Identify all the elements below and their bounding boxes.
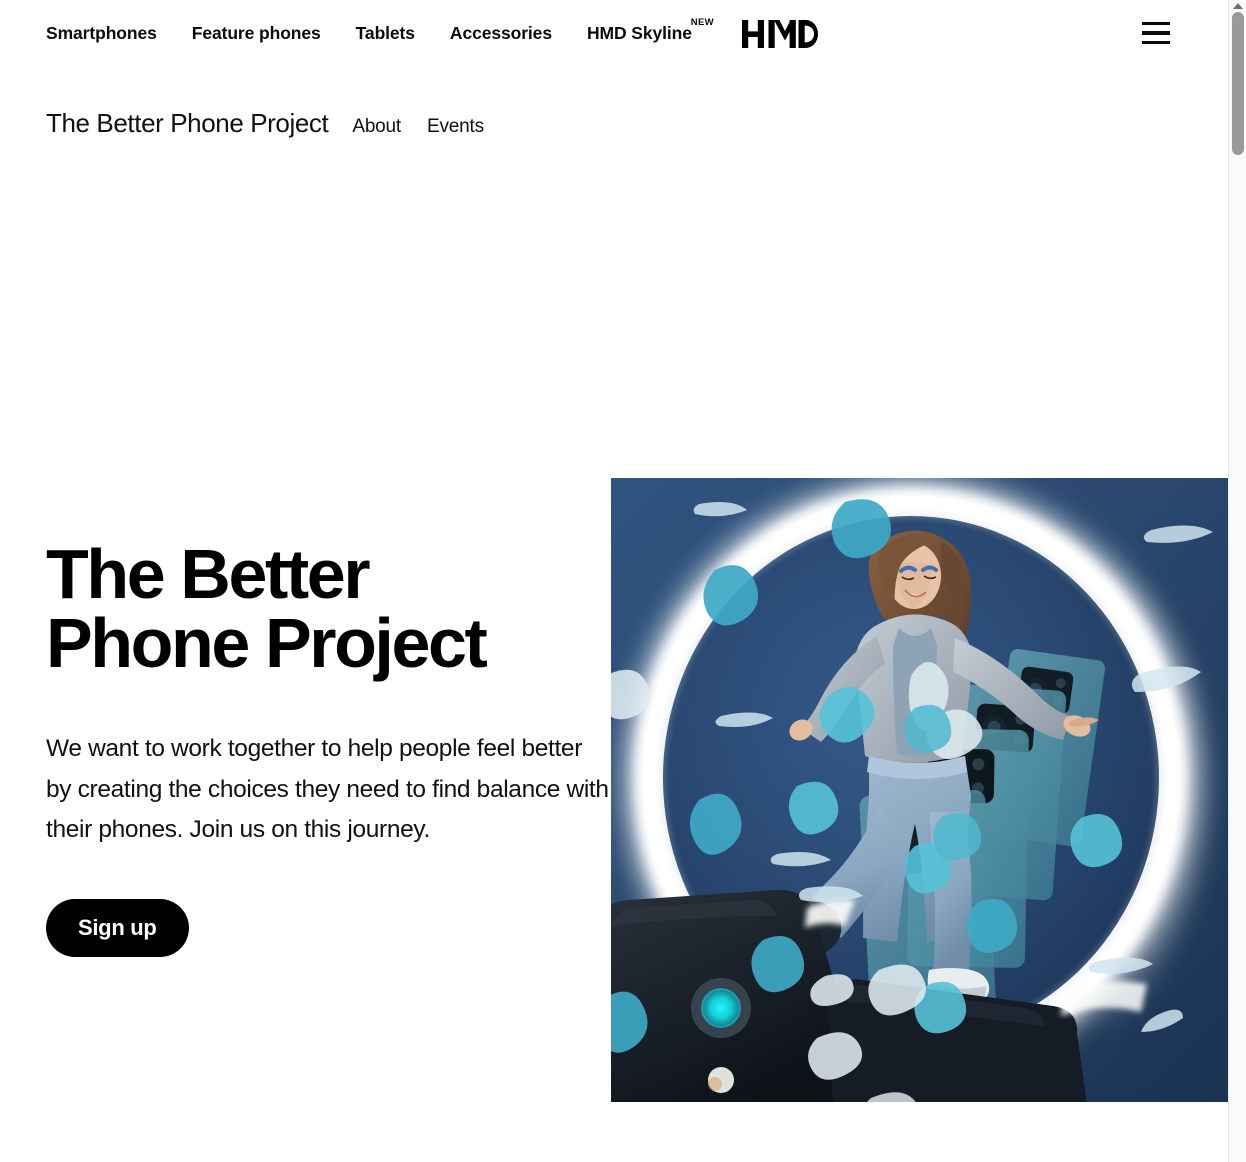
- nav-item-smartphones[interactable]: Smartphones: [46, 25, 157, 43]
- nav-label: HMD Skyline: [586, 23, 692, 44]
- hero-subtitle: We want to work together to help people …: [46, 734, 609, 844]
- scrollbar-thumb[interactable]: [1232, 12, 1244, 155]
- nav-item-feature-phones[interactable]: Feature phones: [192, 25, 321, 43]
- primary-nav-links: Smartphones Feature phones Tablets Acces…: [46, 18, 714, 44]
- hamburger-bar: [1142, 22, 1170, 26]
- secondary-navigation: The Better Phone Project About Events: [46, 108, 484, 139]
- secondary-nav-links: About Events: [352, 116, 484, 138]
- primary-navigation: Smartphones Feature phones Tablets Acces…: [0, 0, 1228, 68]
- page-root: Smartphones Feature phones Tablets Acces…: [0, 0, 1246, 1162]
- nav-item-hmd-skyline[interactable]: HMD Skyline NEW: [586, 18, 714, 44]
- nav-item-tablets[interactable]: Tablets: [356, 25, 415, 43]
- subnav-item-about[interactable]: About: [352, 116, 401, 138]
- nav-label: Accessories: [449, 23, 552, 44]
- hamburger-menu-icon[interactable]: [1142, 22, 1170, 44]
- hamburger-bar: [1142, 31, 1170, 35]
- subnav-item-events[interactable]: Events: [427, 116, 484, 138]
- sign-up-button[interactable]: Sign up: [46, 899, 189, 958]
- hero-heading: The Better Phone Project: [46, 535, 488, 683]
- hamburger-bar: [1142, 40, 1170, 44]
- project-title: The Better Phone Project: [46, 108, 329, 138]
- hero-image: [611, 478, 1232, 1102]
- hmd-logo[interactable]: [741, 14, 818, 54]
- nav-label: Feature phones: [191, 23, 321, 44]
- hero-content: The Better Phone Project We want to work…: [46, 535, 609, 958]
- page-scrollbar[interactable]: [1228, 0, 1246, 1162]
- nav-label: Tablets: [355, 23, 415, 44]
- scroll-up-arrow-icon[interactable]: [1232, 2, 1244, 10]
- nav-item-accessories[interactable]: Accessories: [450, 25, 552, 43]
- nav-label: Smartphones: [46, 23, 157, 44]
- new-badge: NEW: [690, 17, 714, 29]
